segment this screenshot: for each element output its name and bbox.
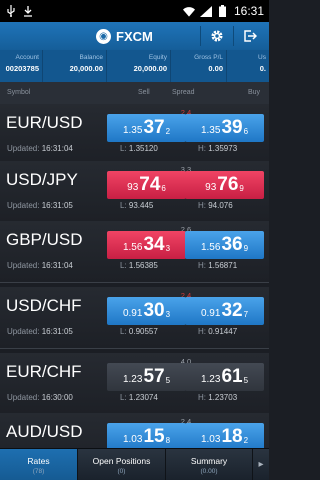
app-title: FXCM	[116, 28, 153, 44]
gear-icon[interactable]	[207, 26, 227, 46]
app-brand: ◉ FXCM	[96, 28, 153, 44]
sell-header: Sell	[138, 89, 150, 96]
sell-button[interactable]: 0.91 30 3	[107, 297, 186, 325]
tab-count: (0.00)	[200, 467, 218, 475]
low-price: L: 1.23074	[120, 393, 158, 402]
updated-time: Updated: 16:31:05	[7, 201, 73, 210]
pair-name: AUD/USD	[6, 422, 83, 441]
buy-button[interactable]: 1.03 18 2	[185, 423, 264, 448]
used-margin-value: 0.	[259, 64, 266, 73]
low-price: L: 0.90557	[120, 327, 158, 336]
used-margin-cell: Us 0.	[227, 50, 269, 82]
tab-label: Open Positions	[92, 455, 151, 466]
high-price: H: 0.91447	[198, 327, 238, 336]
rate-row[interactable]: EUR/CHF Updated: 16:30:00 4.0 1.23 57 5 1.…	[0, 353, 269, 415]
updated-time: Updated: 16:31:04	[7, 144, 73, 153]
spread-header: Spread	[172, 89, 195, 96]
bottom-tab-bar: Rates (78) Open Positions (0) Summary (0…	[0, 448, 269, 480]
buy-button[interactable]: 1.35 39 6	[185, 114, 264, 142]
rate-row[interactable]: EUR/USD Updated: 16:31:04 2.4 1.35 37 2 1.…	[0, 104, 269, 166]
buy-button[interactable]: 93 76 9	[185, 171, 264, 199]
low-price: L: 93.445	[120, 201, 154, 210]
updated-time: Updated: 16:31:05	[7, 327, 73, 336]
pair-name: GBP/USD	[6, 230, 83, 249]
rate-row[interactable]: USD/JPY Updated: 16:31:05 3.3 93 74 6 93 76…	[0, 161, 269, 223]
rates-list: EUR/USD Updated: 16:31:04 2.4 1.35 37 2 1.…	[0, 104, 269, 448]
balance-cell: Balance 20,000.00	[43, 50, 107, 82]
gross-pl-value: 0.00	[208, 64, 223, 73]
sell-button[interactable]: 93 74 6	[107, 171, 186, 199]
rate-row[interactable]: GBP/USD Updated: 16:31:04 2.6 1.56 34 3 1.…	[0, 221, 269, 283]
usb-icon	[5, 5, 17, 17]
signal-icon	[199, 5, 212, 17]
high-price: H: 1.56871	[198, 261, 238, 270]
tab-summary[interactable]: Summary (0.00)	[166, 449, 253, 480]
low-price: L: 1.35120	[120, 144, 158, 153]
buy-button[interactable]: 0.91 32 7	[185, 297, 264, 325]
chevron-right-icon[interactable]: ▸	[253, 449, 269, 480]
sell-button[interactable]: 1.23 57 5	[107, 363, 186, 391]
pair-name: USD/JPY	[6, 170, 78, 189]
pair-name: EUR/CHF	[6, 362, 82, 381]
column-headers: Symbol Sell Spread Buy	[0, 82, 269, 104]
tab-count: (0)	[117, 467, 126, 475]
tab-count: (78)	[32, 467, 45, 475]
account-cell: Account 00203785	[0, 50, 43, 82]
download-icon	[22, 5, 34, 17]
tab-label: Summary	[190, 455, 228, 466]
account-value: 00203785	[5, 64, 39, 73]
rate-row[interactable]: USD/CHF Updated: 16:31:05 2.4 0.91 30 3 0.…	[0, 287, 269, 349]
equity-cell: Equity 20,000.00	[107, 50, 171, 82]
wifi-icon	[182, 5, 195, 17]
clock: 16:31	[233, 4, 264, 18]
logout-icon[interactable]	[240, 26, 260, 46]
equity-label: Equity	[148, 54, 167, 61]
low-price: L: 1.56385	[120, 261, 158, 270]
fxcm-logo-icon: ◉	[96, 28, 111, 44]
buy-button[interactable]: 1.23 61 5	[185, 363, 264, 391]
gross-pl-label: Gross P/L	[194, 54, 223, 61]
account-summary: Account 00203785 Balance 20,000.00 Equit…	[0, 50, 269, 82]
high-price: H: 94.076	[198, 201, 233, 210]
appbar-divider	[233, 26, 234, 46]
gross-pl-cell: Gross P/L 0.00	[171, 50, 227, 82]
sell-button[interactable]: 1.35 37 2	[107, 114, 186, 142]
battery-icon	[217, 5, 229, 17]
pair-name: USD/CHF	[6, 296, 82, 315]
tab-open-positions[interactable]: Open Positions (0)	[78, 449, 166, 480]
app-bar: ◉ FXCM	[0, 22, 269, 50]
sell-button[interactable]: 1.03 15 8	[107, 423, 186, 448]
used-margin-label: Us	[258, 54, 266, 61]
updated-time: Updated: 16:31:04	[7, 261, 73, 270]
pair-name: EUR/USD	[6, 113, 83, 132]
rate-row[interactable]: AUD/USD 2.4 1.03 15 8 1.03 18 2	[0, 413, 269, 448]
balance-label: Balance	[79, 54, 104, 61]
updated-time: Updated: 16:30:00	[7, 393, 73, 402]
balance-value: 20,000.00	[69, 64, 103, 73]
account-label: Account	[15, 54, 40, 61]
tab-rates[interactable]: Rates (78)	[0, 449, 78, 480]
status-bar: 16:31	[0, 0, 269, 22]
appbar-divider	[200, 26, 201, 46]
tab-label: Rates	[27, 455, 50, 466]
buy-header: Buy	[248, 89, 261, 96]
equity-value: 20,000.00	[133, 64, 167, 73]
buy-button[interactable]: 1.56 36 9	[185, 231, 264, 259]
high-price: H: 1.35973	[198, 144, 238, 153]
sell-button[interactable]: 1.56 34 3	[107, 231, 186, 259]
high-price: H: 1.23703	[198, 393, 238, 402]
symbol-header: Symbol	[7, 89, 31, 96]
